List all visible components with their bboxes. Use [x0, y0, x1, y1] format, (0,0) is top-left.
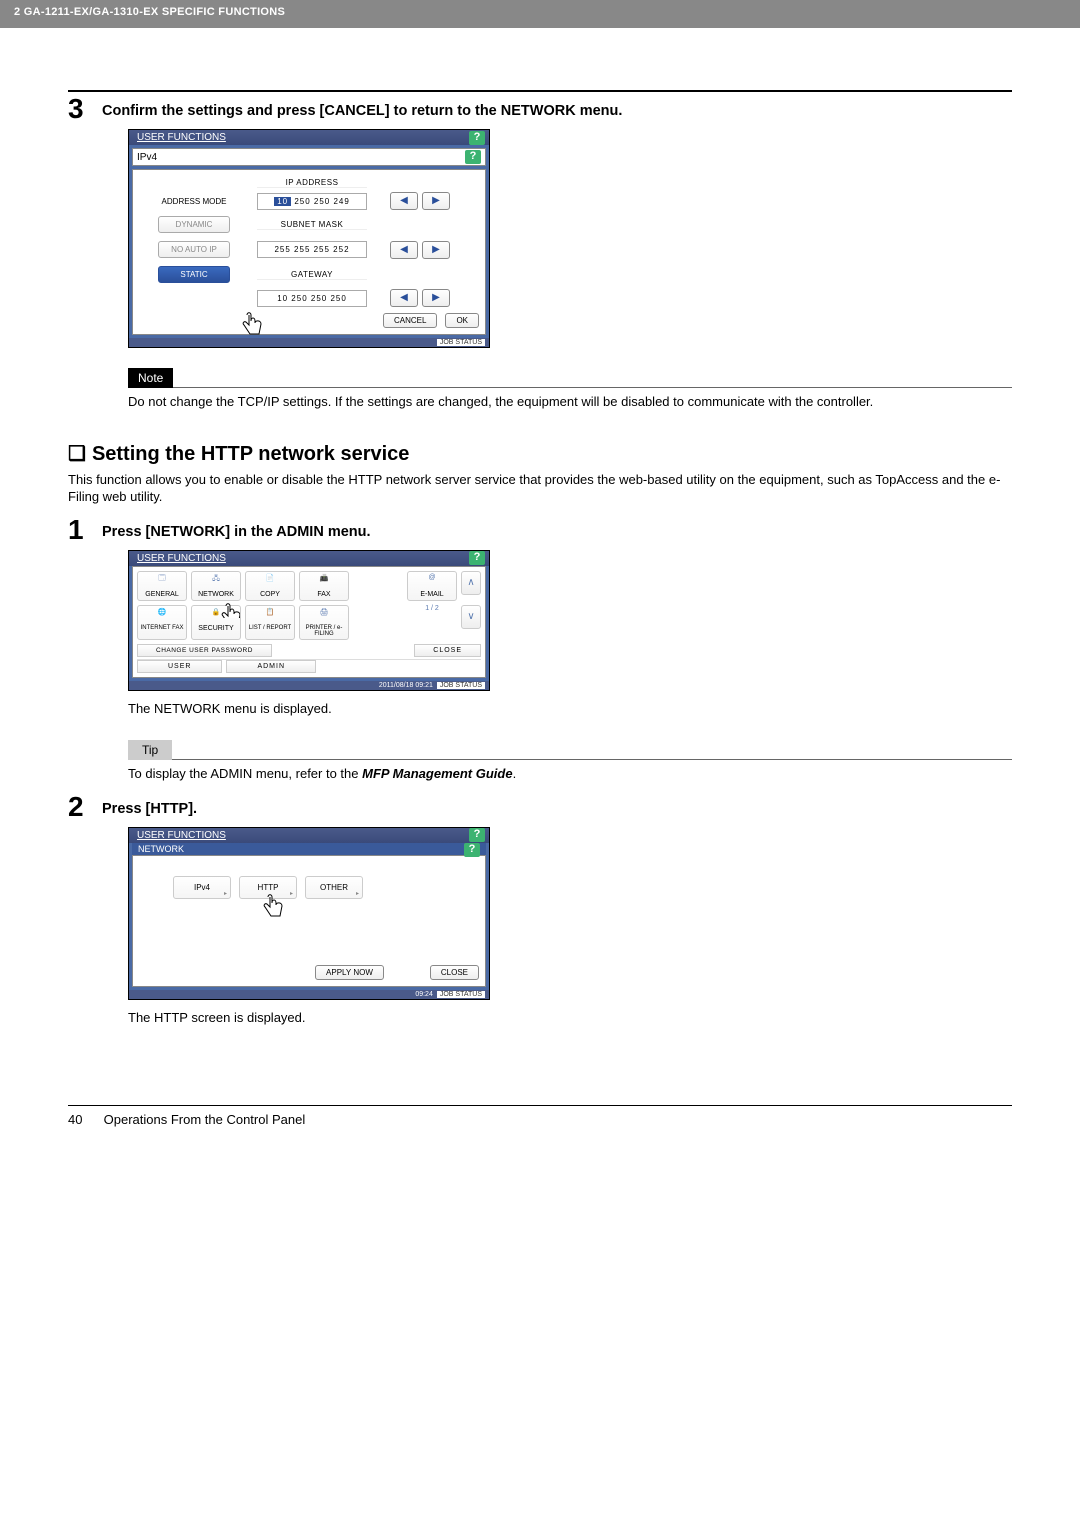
step-output: The HTTP screen is displayed. — [128, 1010, 1012, 1025]
panel-title: USER FUNCTIONS — [133, 130, 230, 145]
change-password-button[interactable]: CHANGE USER PASSWORD — [137, 644, 272, 657]
tip-badge: Tip — [128, 740, 172, 760]
admin-menu-panel: USER FUNCTIONS ? 🗔GENERAL 🖧NETWORK 📄COPY… — [128, 550, 490, 691]
arrow-left-icon[interactable]: ◀ — [390, 192, 418, 210]
page-footer: 40 Operations From the Control Panel — [68, 1105, 1012, 1127]
admin-tab[interactable]: ADMIN — [226, 660, 316, 673]
note-badge: Note — [128, 368, 173, 388]
dynamic-button[interactable]: DYNAMIC — [158, 216, 230, 233]
address-mode-label: ADDRESS MODE — [139, 197, 249, 206]
panel-title: USER FUNCTIONS — [133, 551, 230, 566]
chapter-header: 2 GA-1211-EX/GA-1310-EX SPECIFIC FUNCTIO… — [0, 0, 1080, 28]
network-menu-panel: USER FUNCTIONS ? NETWORK ? IPv4▸ HTTP▸ O… — [128, 827, 490, 1000]
step-title: Press [NETWORK] in the ADMIN menu. — [102, 516, 371, 540]
arrow-right-icon[interactable]: ▶ — [422, 192, 450, 210]
gateway-arrows[interactable]: ◀▶ — [375, 289, 465, 307]
fax-button[interactable]: 📠FAX — [299, 571, 349, 601]
step-2: 2 Press [HTTP]. — [68, 793, 1012, 821]
ip-arrows[interactable]: ◀▶ — [375, 192, 465, 210]
close-button[interactable]: CLOSE — [430, 965, 479, 980]
arrow-left-icon[interactable]: ◀ — [390, 241, 418, 259]
hand-cursor-icon — [220, 602, 240, 618]
step-number: 2 — [68, 793, 102, 821]
ipv4-settings-panel: USER FUNCTIONS ? IPv4 ? IP ADDRESS ADDRE… — [128, 129, 490, 348]
cancel-button[interactable]: CANCEL — [383, 313, 437, 328]
job-status-button[interactable]: JOB STATUS — [437, 682, 485, 689]
arrow-left-icon[interactable]: ◀ — [390, 289, 418, 307]
page-indicator: 1 / 2 — [407, 605, 457, 640]
bullet-icon: ❑ — [68, 443, 86, 465]
ipv4-button[interactable]: IPv4▸ — [173, 876, 231, 899]
timestamp: 2011/08/18 09:21 — [379, 682, 433, 689]
arrow-right-icon[interactable]: ▶ — [422, 289, 450, 307]
copy-button[interactable]: 📄COPY — [245, 571, 295, 601]
panel-subtitle: NETWORK ? — [132, 843, 486, 855]
ip-address-label: IP ADDRESS — [257, 178, 367, 188]
gateway-value[interactable]: 10 250 250 250 — [257, 290, 367, 307]
general-button[interactable]: 🗔GENERAL — [137, 571, 187, 601]
arrow-right-icon[interactable]: ▶ — [422, 241, 450, 259]
panel-subtitle: IPv4 — [137, 152, 157, 163]
ip-address-value[interactable]: 10 250 250 249 — [257, 193, 367, 210]
no-auto-ip-button[interactable]: NO AUTO IP — [158, 241, 230, 258]
user-tab[interactable]: USER — [137, 660, 222, 673]
subnet-arrows[interactable]: ◀▶ — [375, 241, 465, 259]
hand-cursor-icon — [262, 893, 290, 925]
help-icon[interactable]: ? — [469, 828, 485, 842]
step-number: 1 — [68, 516, 102, 544]
timestamp: 09:24 — [415, 991, 433, 998]
step-1: 1 Press [NETWORK] in the ADMIN menu. — [68, 516, 1012, 544]
note-text: Do not change the TCP/IP settings. If th… — [128, 394, 1012, 411]
help-icon[interactable]: ? — [464, 843, 480, 857]
section-intro: This function allows you to enable or di… — [68, 472, 1012, 506]
help-icon[interactable]: ? — [465, 150, 481, 164]
job-status-button[interactable]: JOB STATUS — [437, 339, 485, 346]
ok-button[interactable]: OK — [445, 313, 479, 328]
list-report-button[interactable]: 📋LIST / REPORT — [245, 605, 295, 640]
subnet-label: SUBNET MASK — [257, 220, 367, 230]
close-button[interactable]: CLOSE — [414, 644, 481, 657]
hand-cursor-icon — [241, 311, 269, 343]
apply-now-button[interactable]: APPLY NOW — [315, 965, 384, 980]
step-number: 3 — [68, 95, 102, 123]
job-status-button[interactable]: JOB STATUS — [437, 991, 485, 998]
other-button[interactable]: OTHER▸ — [305, 876, 363, 899]
tip-text: To display the ADMIN menu, refer to the … — [128, 766, 1012, 783]
subnet-value[interactable]: 255 255 255 252 — [257, 241, 367, 258]
step-title: Press [HTTP]. — [102, 793, 197, 817]
printer-efiling-button[interactable]: 🖨PRINTER / e-FILING — [299, 605, 349, 640]
step-title: Confirm the settings and press [CANCEL] … — [102, 95, 622, 119]
scroll-down-icon[interactable]: ∨ — [461, 605, 481, 629]
panel-title: USER FUNCTIONS — [133, 828, 230, 843]
email-button[interactable]: @E-MAIL — [407, 571, 457, 601]
footer-caption: Operations From the Control Panel — [104, 1112, 306, 1127]
http-button[interactable]: HTTP▸ — [239, 876, 297, 899]
help-icon[interactable]: ? — [469, 551, 485, 565]
static-button[interactable]: STATIC — [158, 266, 230, 283]
internet-fax-button[interactable]: 🌐INTERNET FAX — [137, 605, 187, 640]
help-icon[interactable]: ? — [469, 131, 485, 145]
page-number: 40 — [68, 1112, 100, 1127]
step-output: The NETWORK menu is displayed. — [128, 701, 1012, 716]
scroll-up-icon[interactable]: ∧ — [461, 571, 481, 595]
section-heading: ❑Setting the HTTP network service — [68, 441, 1012, 466]
step-3: 3 Confirm the settings and press [CANCEL… — [68, 95, 1012, 123]
network-button[interactable]: 🖧NETWORK — [191, 571, 241, 601]
divider — [68, 90, 1012, 92]
gateway-label: GATEWAY — [257, 270, 367, 280]
